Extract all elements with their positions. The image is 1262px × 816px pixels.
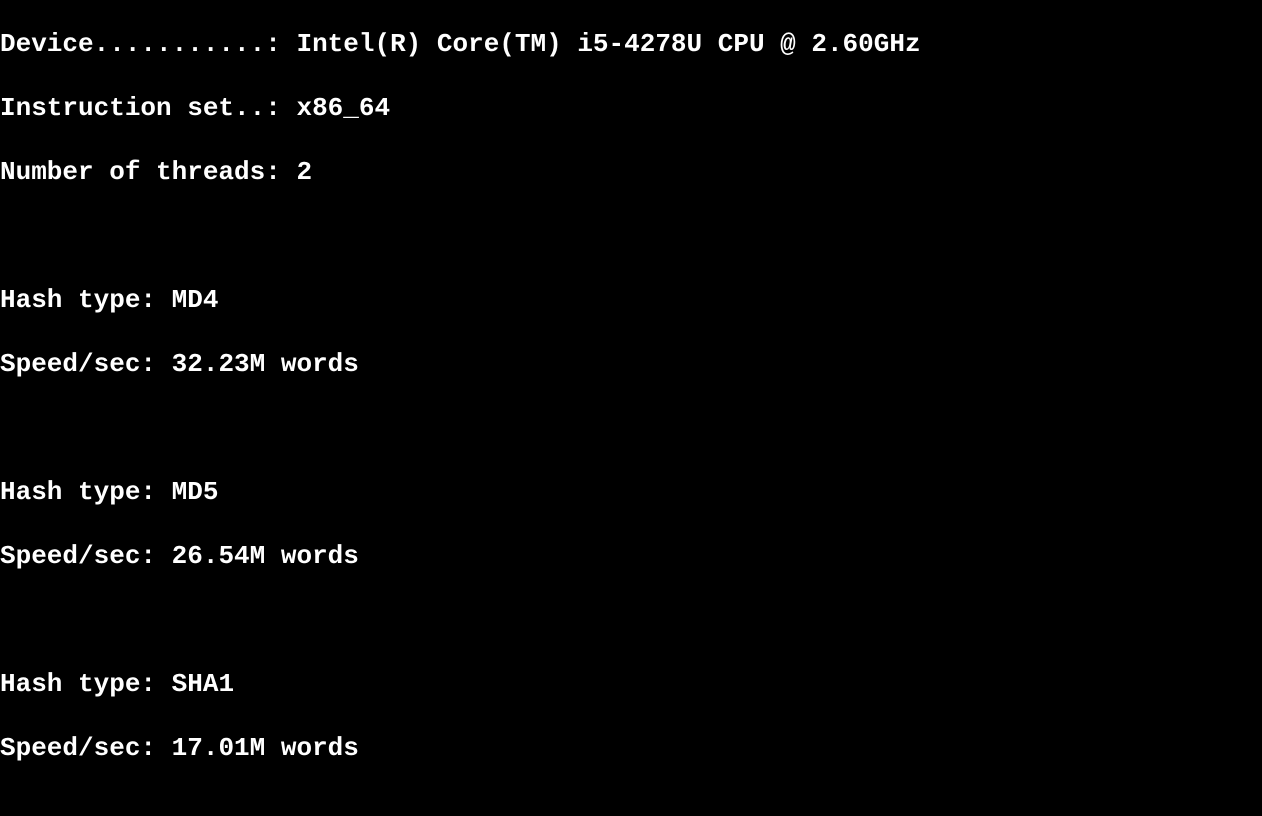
threads-line: Number of threads: 2 bbox=[0, 156, 1262, 188]
speed-line: Speed/sec: 26.54M words bbox=[0, 540, 1262, 572]
speed-value: 17.01M words bbox=[172, 733, 359, 763]
hash-type-label: Hash type: bbox=[0, 669, 156, 699]
hash-type-label: Hash type: bbox=[0, 285, 156, 315]
hash-type-label: Hash type: bbox=[0, 477, 156, 507]
hash-type-value: MD5 bbox=[172, 477, 219, 507]
hash-type-line: Hash type: MD5 bbox=[0, 476, 1262, 508]
device-line: Device...........: Intel(R) Core(TM) i5-… bbox=[0, 28, 1262, 60]
blank-line bbox=[0, 220, 1262, 252]
blank-line bbox=[0, 796, 1262, 816]
device-label: Device...........: bbox=[0, 29, 281, 59]
instruction-value: x86_64 bbox=[296, 93, 390, 123]
speed-label: Speed/sec: bbox=[0, 349, 156, 379]
speed-label: Speed/sec: bbox=[0, 541, 156, 571]
hash-type-value: MD4 bbox=[172, 285, 219, 315]
speed-line: Speed/sec: 32.23M words bbox=[0, 348, 1262, 380]
hash-type-line: Hash type: SHA1 bbox=[0, 668, 1262, 700]
instruction-line: Instruction set..: x86_64 bbox=[0, 92, 1262, 124]
blank-line bbox=[0, 412, 1262, 444]
speed-line: Speed/sec: 17.01M words bbox=[0, 732, 1262, 764]
instruction-label: Instruction set..: bbox=[0, 93, 281, 123]
threads-value: 2 bbox=[296, 157, 312, 187]
hash-type-line: Hash type: MD4 bbox=[0, 284, 1262, 316]
device-value: Intel(R) Core(TM) i5-4278U CPU @ 2.60GHz bbox=[296, 29, 920, 59]
hash-type-value: SHA1 bbox=[172, 669, 234, 699]
blank-line bbox=[0, 604, 1262, 636]
threads-label: Number of threads: bbox=[0, 157, 281, 187]
terminal-output: Device...........: Intel(R) Core(TM) i5-… bbox=[0, 0, 1262, 816]
speed-label: Speed/sec: bbox=[0, 733, 156, 763]
speed-value: 32.23M words bbox=[172, 349, 359, 379]
speed-value: 26.54M words bbox=[172, 541, 359, 571]
